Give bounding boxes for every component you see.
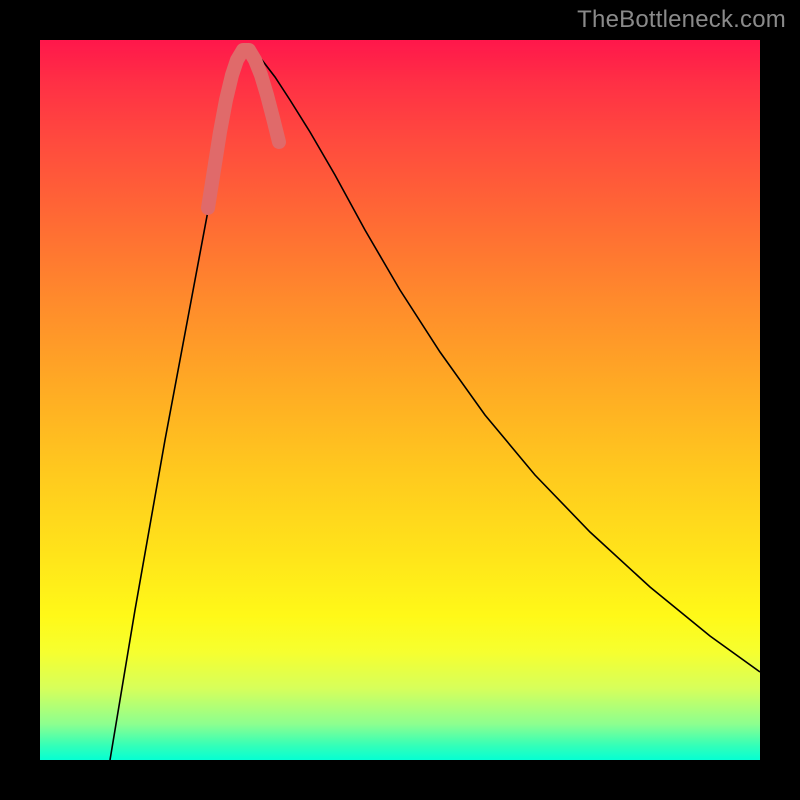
chart-frame: TheBottleneck.com [0, 0, 800, 800]
curve-layer [40, 40, 760, 760]
plot-area [40, 40, 760, 760]
bottleneck-curve [110, 50, 760, 760]
optimal-highlight [208, 50, 279, 208]
watermark-label: TheBottleneck.com [577, 6, 786, 34]
